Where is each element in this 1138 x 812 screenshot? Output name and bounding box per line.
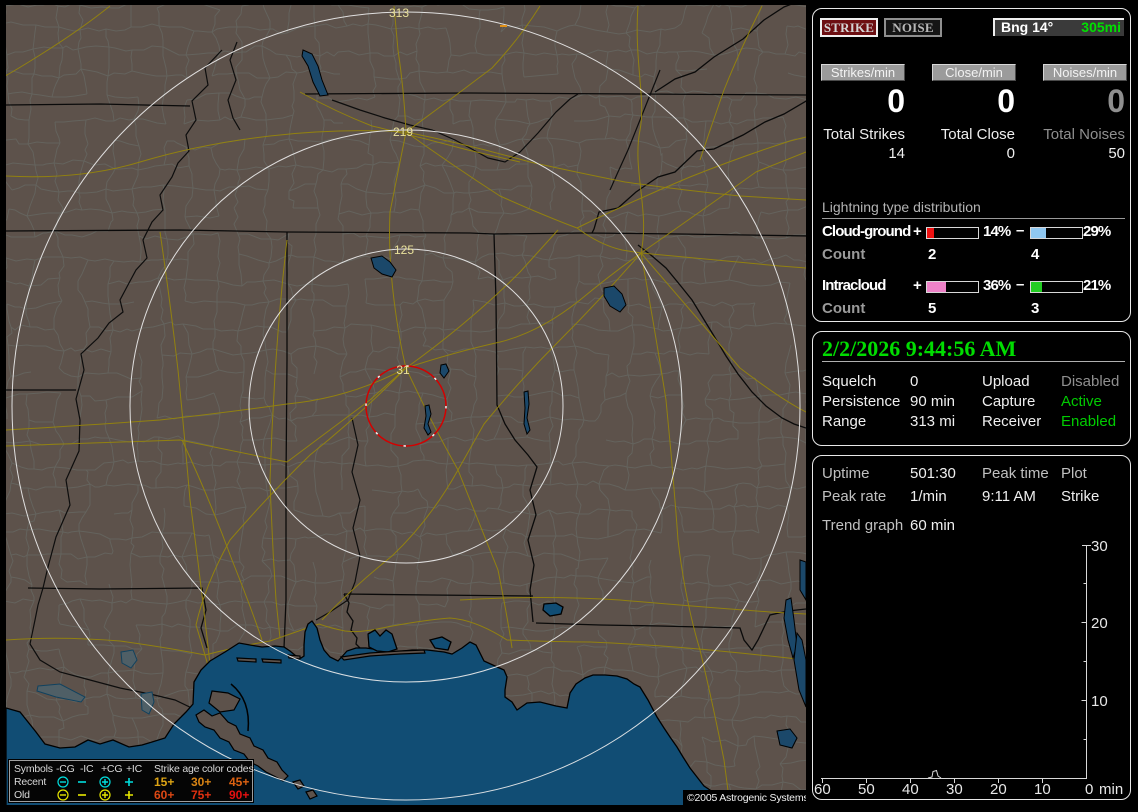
svg-text:30: 30: [946, 781, 963, 798]
svg-text:20: 20: [990, 781, 1007, 798]
svg-text:20: 20: [1091, 615, 1108, 632]
svg-text:30+: 30+: [191, 775, 211, 789]
svg-text:31: 31: [396, 363, 410, 377]
svg-text:min: min: [1099, 781, 1123, 798]
svg-text:60+: 60+: [154, 788, 174, 801]
svg-text:10: 10: [1091, 693, 1108, 710]
svg-text:0: 0: [1085, 781, 1093, 798]
svg-text:40: 40: [902, 781, 919, 798]
svg-text:30: 30: [1091, 541, 1108, 555]
svg-text:75+: 75+: [191, 788, 211, 801]
svg-text:313: 313: [389, 6, 409, 20]
svg-text:10: 10: [1034, 781, 1051, 798]
svg-text:60: 60: [814, 781, 831, 798]
svg-text:90+: 90+: [229, 788, 249, 801]
svg-text:219: 219: [393, 125, 413, 139]
svg-text:125: 125: [394, 243, 414, 257]
svg-text:50: 50: [858, 781, 875, 798]
svg-text:45+: 45+: [229, 775, 249, 789]
svg-text:15+: 15+: [154, 775, 174, 789]
